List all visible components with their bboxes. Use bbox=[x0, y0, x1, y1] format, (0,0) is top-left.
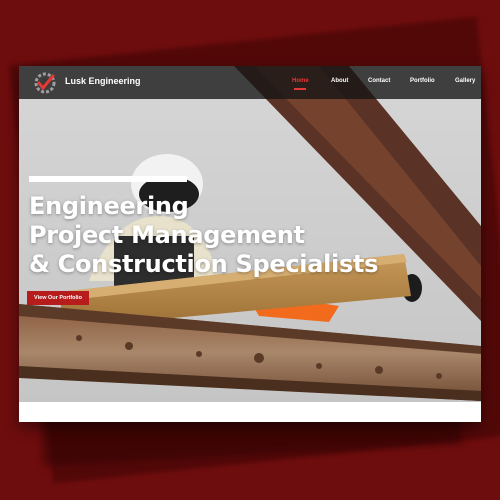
view-portfolio-button[interactable]: View Our Portfolio bbox=[27, 291, 89, 305]
navbar: Lusk Engineering Home About Contact Port… bbox=[19, 66, 481, 99]
brand-name[interactable]: Lusk Engineering bbox=[65, 76, 141, 86]
hero-headline-line-1: Engineering bbox=[29, 192, 189, 220]
nav-link-home[interactable]: Home bbox=[292, 78, 309, 84]
hero-headline-line-3: & Construction Specialists bbox=[29, 250, 379, 278]
headline-accent-bar bbox=[29, 176, 187, 182]
nav-link-portfolio[interactable]: Portfolio bbox=[410, 78, 435, 84]
hero-headline: Engineering Project Management & Constru… bbox=[29, 192, 378, 279]
nav-active-indicator bbox=[294, 88, 306, 90]
nav-link-gallery[interactable]: Gallery bbox=[455, 78, 475, 84]
nav-link-contact[interactable]: Contact bbox=[368, 78, 390, 84]
nav-link-about[interactable]: About bbox=[331, 78, 348, 84]
page-bottom-strip bbox=[19, 402, 481, 422]
website-screenshot: Lusk Engineering Home About Contact Port… bbox=[19, 66, 481, 422]
hero-headline-line-2: Project Management bbox=[29, 221, 305, 249]
gear-check-logo-icon[interactable] bbox=[31, 69, 59, 97]
